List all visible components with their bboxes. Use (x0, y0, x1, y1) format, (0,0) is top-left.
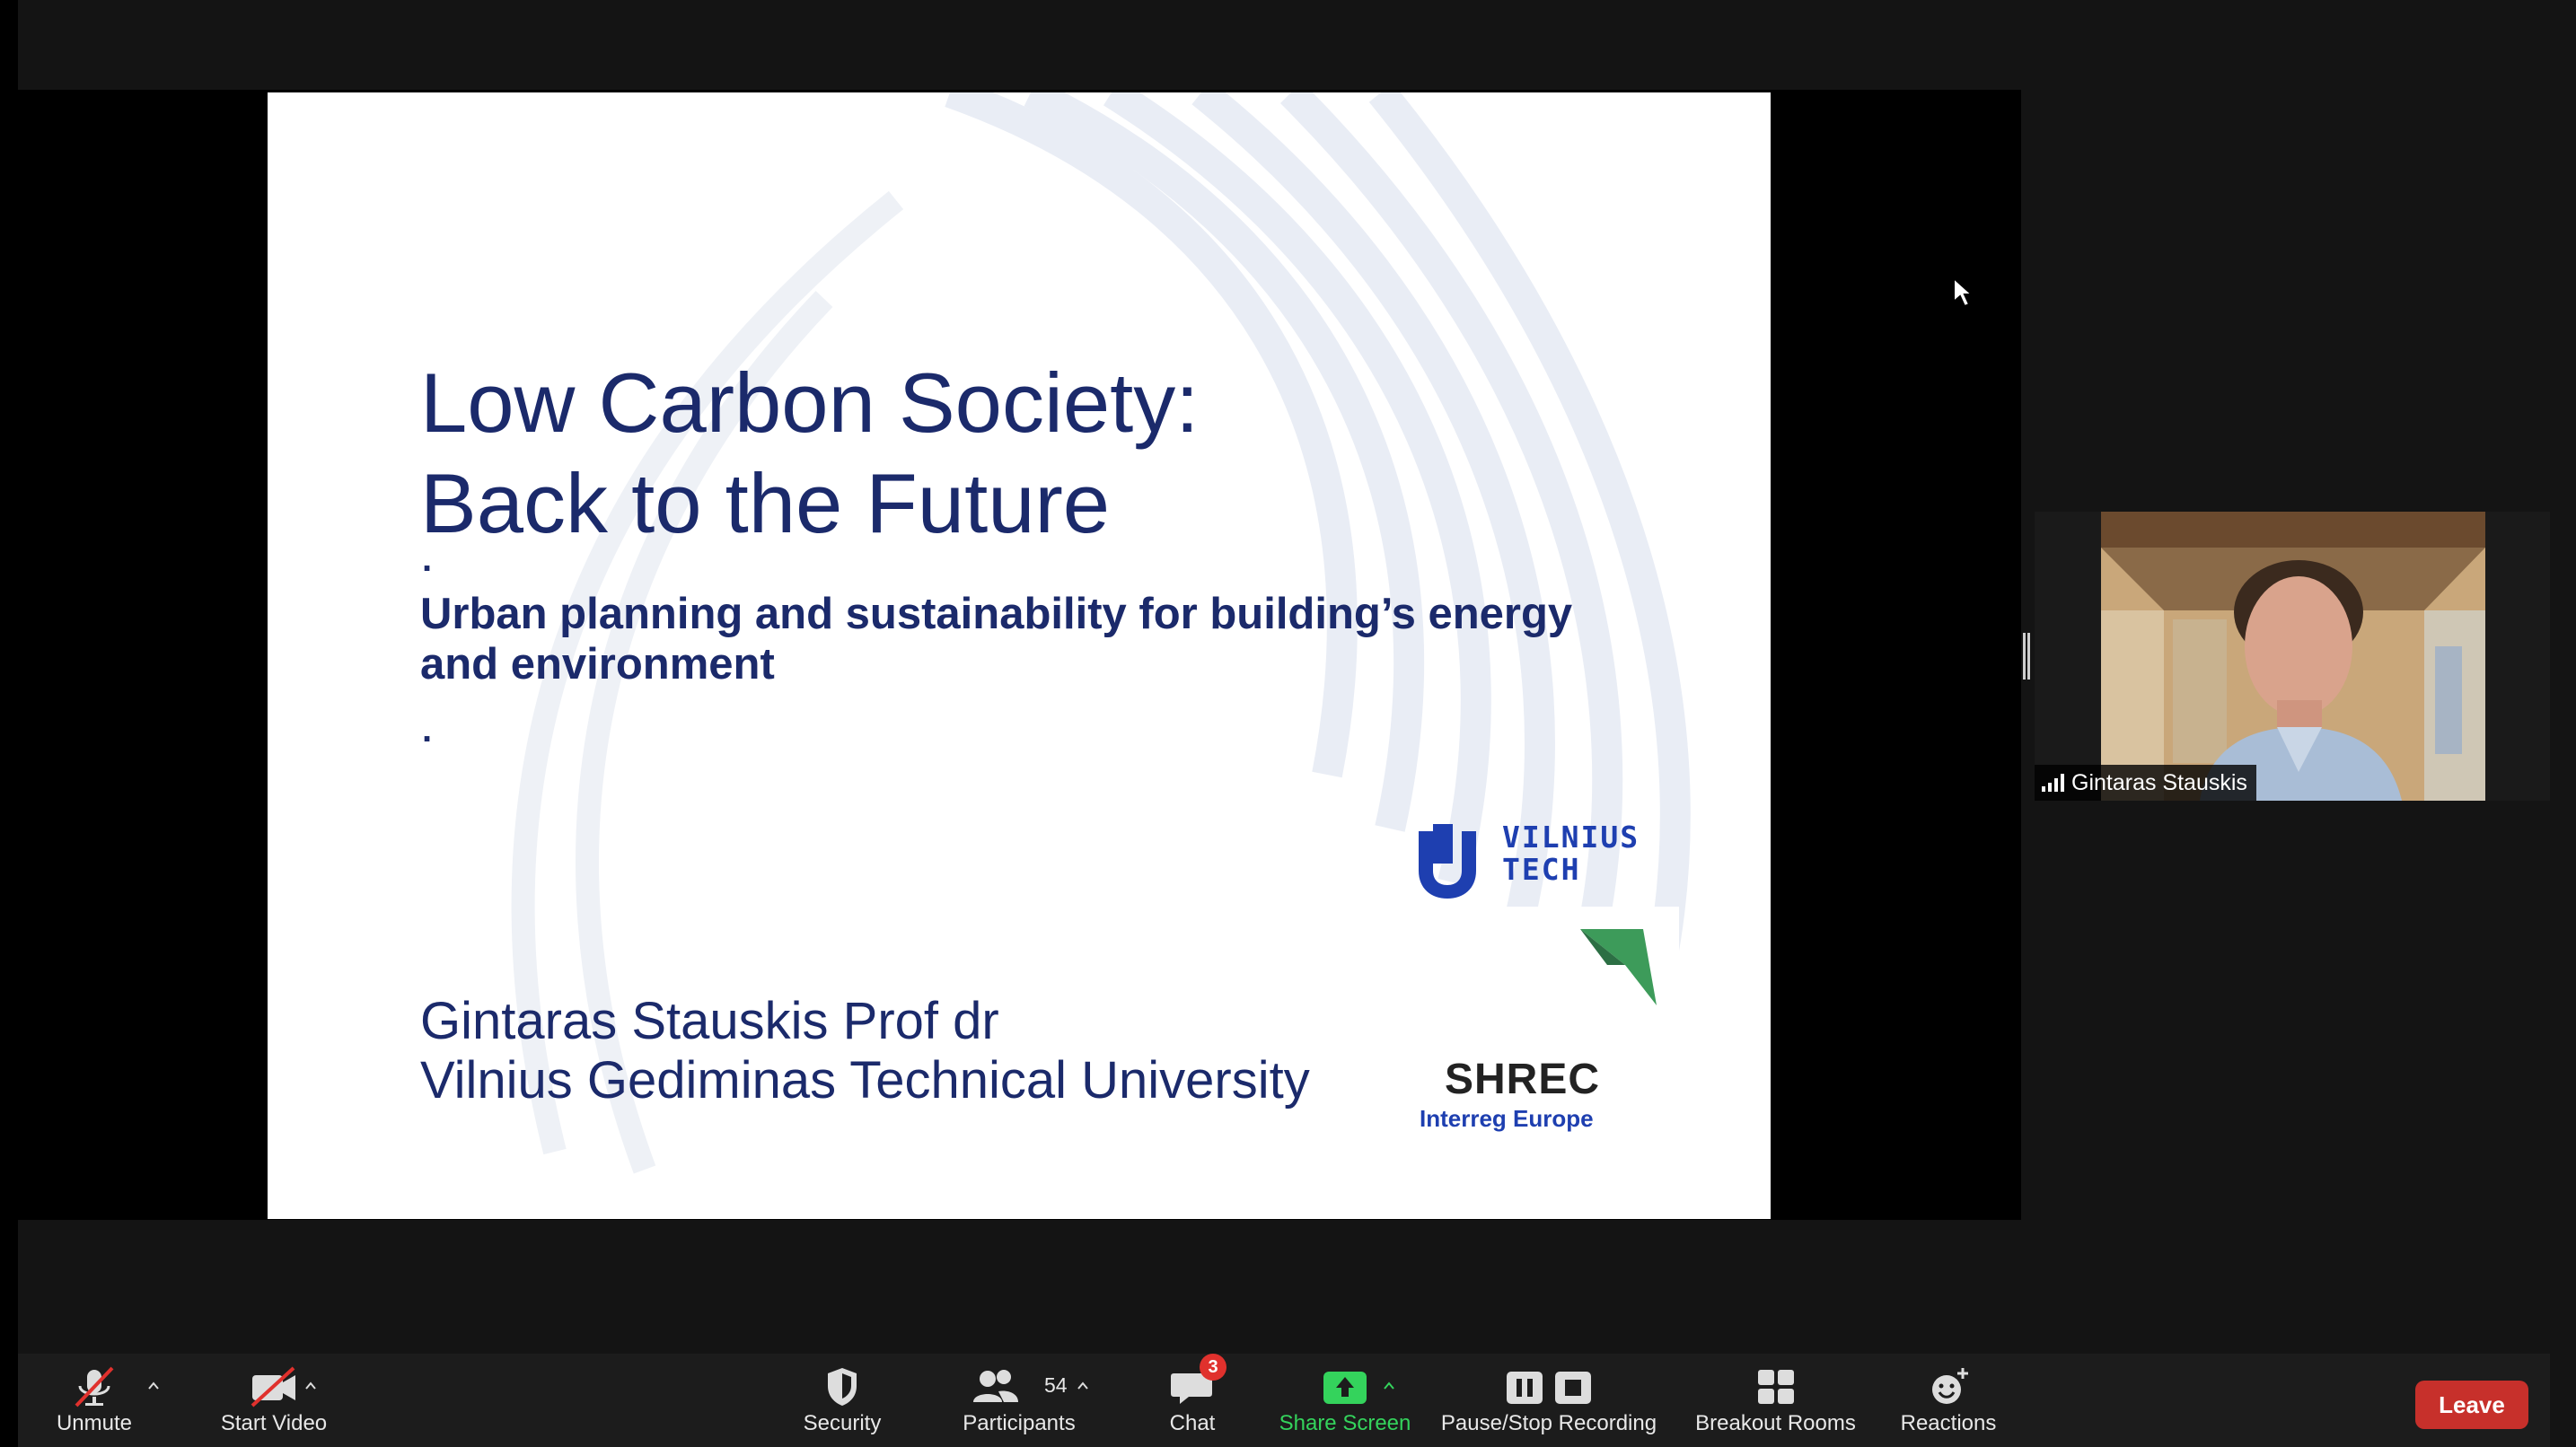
chat-button[interactable]: 3 Chat (1139, 1354, 1246, 1447)
participant-video-feed (2101, 512, 2485, 801)
vilnius-tech-logo-text: VILNIUS TECH (1502, 821, 1640, 886)
participant-name: Gintaras Stauskis (2071, 770, 2247, 795)
breakout-rooms-button[interactable]: Breakout Rooms (1675, 1354, 1877, 1447)
unmute-label: Unmute (56, 1411, 133, 1435)
slide-title: Low Carbon Society: Back to the Future (420, 353, 1587, 554)
author-name: Gintaras Stauskis Prof dr (420, 992, 999, 1050)
slide-dot-2: . (422, 710, 433, 750)
shrec-logo (1410, 907, 1679, 1073)
reactions-label: Reactions (1900, 1411, 1997, 1435)
participant-video-tile[interactable]: Gintaras Stauskis (2035, 512, 2550, 801)
smiley-plus-icon (1932, 1368, 1968, 1404)
panel-resize-handle[interactable] (2023, 633, 2030, 680)
slide-dot-1: . (422, 539, 433, 579)
security-label: Security (803, 1411, 882, 1435)
pause-icon (1507, 1372, 1543, 1404)
leave-button[interactable]: Leave (2415, 1381, 2528, 1429)
unmute-button[interactable]: Unmute (27, 1354, 162, 1447)
participants-button[interactable]: 54 Participants (938, 1354, 1100, 1447)
participants-options-caret-up-icon[interactable] (1076, 1379, 1090, 1393)
pause-stop-recording-button[interactable]: Pause/Stop Recording (1423, 1354, 1675, 1447)
pause-stop-icon (1507, 1372, 1591, 1404)
video-options-caret-up-icon[interactable] (303, 1379, 318, 1393)
participant-video-image (2101, 512, 2485, 801)
share-screen-label: Share Screen (1279, 1411, 1411, 1435)
window-edge (0, 0, 18, 1447)
slide-subtitle: Urban planning and sustainability for bu… (420, 590, 1573, 688)
chat-label: Chat (1169, 1411, 1216, 1435)
share-screen-button[interactable]: Share Screen (1255, 1354, 1435, 1447)
security-button[interactable]: Security (770, 1354, 914, 1447)
author-university: Vilnius Gediminas Technical University (420, 1051, 1310, 1109)
video-off-icon (251, 1366, 295, 1408)
cursor-icon (1953, 276, 1974, 308)
pause-stop-recording-label: Pause/Stop Recording (1440, 1411, 1657, 1435)
stop-icon (1555, 1372, 1591, 1404)
grid-icon (1757, 1370, 1794, 1404)
start-video-label: Start Video (220, 1411, 328, 1435)
signal-bars-icon (2042, 774, 2064, 792)
top-bar (0, 0, 2576, 90)
participants-label: Participants (963, 1411, 1076, 1435)
slide-author: Gintaras Stauskis Prof dr Vilnius Gedimi… (420, 992, 1453, 1110)
participants-count: 54 (1044, 1373, 1068, 1397)
shield-icon (828, 1368, 857, 1406)
breakout-rooms-label: Breakout Rooms (1695, 1411, 1856, 1435)
presentation-slide: Low Carbon Society: Back to the Future .… (268, 92, 1771, 1219)
shrec-logo-name: SHREC (1445, 1056, 1601, 1103)
people-icon (973, 1370, 1018, 1402)
share-options-caret-up-icon[interactable] (1382, 1379, 1396, 1393)
interreg-logo-text: Interreg Europe (1420, 1105, 1594, 1132)
audio-options-caret-up-icon[interactable] (146, 1379, 161, 1393)
reactions-button[interactable]: Reactions (1877, 1354, 2020, 1447)
share-screen-icon (1323, 1372, 1367, 1404)
slide-title-line-1: Low Carbon Society: (420, 355, 1200, 450)
shrec-leaf-mark (1580, 929, 1657, 1005)
logo1-line-2: TECH (1502, 852, 1581, 887)
participant-name-tag: Gintaras Stauskis (2035, 765, 2256, 801)
meeting-toolbar: Unmute Start Video Security 54 Participa… (18, 1354, 2550, 1447)
start-video-button[interactable]: Start Video (184, 1354, 364, 1447)
slide-title-line-2: Back to the Future (420, 456, 1111, 550)
chat-unread-badge: 3 (1200, 1354, 1226, 1381)
logo1-line-1: VILNIUS (1502, 820, 1640, 855)
mic-muted-icon (75, 1366, 114, 1408)
